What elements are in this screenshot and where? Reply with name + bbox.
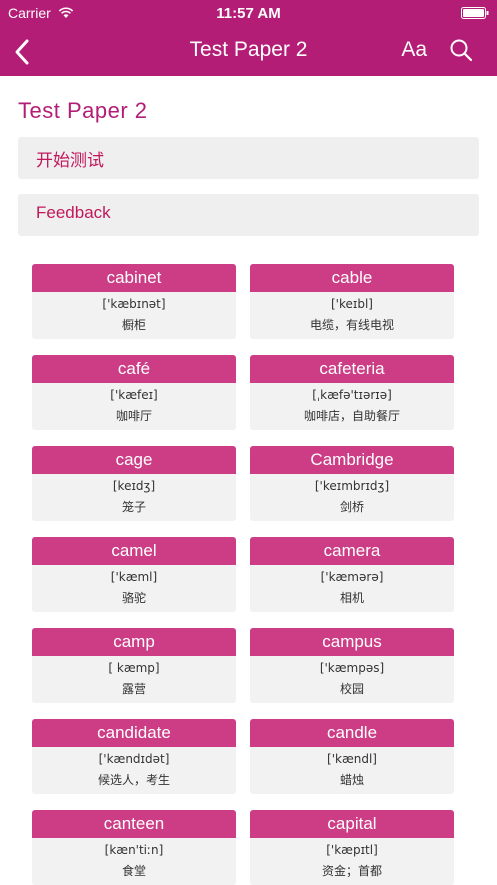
word-card[interactable]: Cambridge ['keɪmbrɪdʒ] 剑桥: [250, 446, 454, 521]
word-meaning: 候选人，考生: [97, 773, 170, 787]
word-title: candidate: [32, 719, 236, 747]
word-card[interactable]: candle ['kændl] 蜡烛: [250, 719, 454, 794]
word-phonetic: ['kæmpəs]: [319, 661, 385, 675]
word-card[interactable]: camp [ kæmp] 露营: [32, 628, 236, 703]
word-phonetic: [ˌkæfə'tɪərɪə]: [312, 388, 392, 402]
word-card[interactable]: café ['kæfeɪ] 咖啡厅: [32, 355, 236, 430]
word-meaning: 相机: [339, 591, 364, 605]
start-test-button[interactable]: 开始测试: [18, 137, 479, 179]
status-time: 11:57 AM: [216, 5, 281, 22]
word-title: campus: [250, 628, 454, 656]
word-title: Cambridge: [250, 446, 454, 474]
word-phonetic: ['keɪmbrɪdʒ]: [314, 479, 390, 493]
word-phonetic: ['kæmərə]: [320, 570, 384, 584]
word-card[interactable]: cable ['keɪbl] 电缆，有线电视: [250, 264, 454, 339]
word-title: canteen: [32, 810, 236, 838]
search-icon[interactable]: [449, 38, 473, 62]
word-phonetic: [keɪdʒ]: [112, 479, 156, 493]
word-card[interactable]: camel ['kæml] 骆驼: [32, 537, 236, 612]
word-phonetic: [kæn'tiːn]: [104, 843, 164, 857]
word-card[interactable]: canteen [kæn'tiːn] 食堂: [32, 810, 236, 885]
word-meaning: 蜡烛: [339, 773, 364, 787]
word-meaning: 剑桥: [339, 500, 364, 514]
page-title: Test Paper 2: [18, 98, 148, 123]
word-phonetic: ['kændɪdət]: [98, 752, 170, 766]
word-title: cafeteria: [250, 355, 454, 383]
start-test-label: 开始测试: [36, 151, 104, 170]
word-title: camel: [32, 537, 236, 565]
feedback-button[interactable]: Feedback: [18, 194, 479, 236]
word-card[interactable]: capital ['kæpɪtl] 资金；首都: [250, 810, 454, 885]
word-meaning: 咖啡店，自助餐厅: [303, 409, 400, 423]
word-title: cable: [250, 264, 454, 292]
word-title: candle: [250, 719, 454, 747]
word-phonetic: ['keɪbl]: [331, 297, 373, 311]
word-phonetic: ['kændl]: [327, 752, 377, 766]
word-title: capital: [250, 810, 454, 838]
word-meaning: 露营: [121, 682, 146, 696]
word-card[interactable]: camera ['kæmərə] 相机: [250, 537, 454, 612]
word-phonetic: [ kæmp]: [108, 661, 160, 675]
word-phonetic: ['kæbɪnət]: [102, 297, 166, 311]
font-size-button[interactable]: Aa: [401, 38, 427, 62]
word-meaning: 资金；首都: [321, 864, 382, 878]
word-title: café: [32, 355, 236, 383]
app-header: Carrier 11:57 AM Test Paper 2 Aa: [0, 0, 497, 76]
word-meaning: 笼子: [121, 500, 146, 514]
word-meaning: 食堂: [121, 864, 146, 878]
word-card[interactable]: cabinet ['kæbɪnət] 橱柜: [32, 264, 236, 339]
word-meaning: 校园: [339, 682, 364, 696]
word-card[interactable]: candidate ['kændɪdət] 候选人，考生: [32, 719, 236, 794]
word-meaning: 咖啡厅: [115, 409, 152, 423]
word-title: cabinet: [32, 264, 236, 292]
nav-bar: Test Paper 2 Aa: [0, 26, 497, 76]
word-card[interactable]: campus ['kæmpəs] 校园: [250, 628, 454, 703]
word-meaning: 橱柜: [121, 318, 146, 332]
feedback-label: Feedback: [36, 203, 111, 222]
word-meaning: 骆驼: [121, 591, 146, 605]
word-card[interactable]: cafeteria [ˌkæfə'tɪərɪə] 咖啡店，自助餐厅: [250, 355, 454, 430]
status-bar: Carrier 11:57 AM: [0, 0, 497, 26]
word-card[interactable]: cage [keɪdʒ] 笼子: [32, 446, 236, 521]
word-phonetic: ['kæpɪtl]: [326, 843, 378, 857]
word-phonetic: ['kæml]: [110, 570, 158, 584]
word-title: cage: [32, 446, 236, 474]
battery-icon: [461, 6, 489, 19]
word-title: camp: [32, 628, 236, 656]
word-meaning: 电缆，有线电视: [309, 318, 394, 332]
word-title: camera: [250, 537, 454, 565]
word-phonetic: ['kæfeɪ]: [110, 388, 158, 402]
